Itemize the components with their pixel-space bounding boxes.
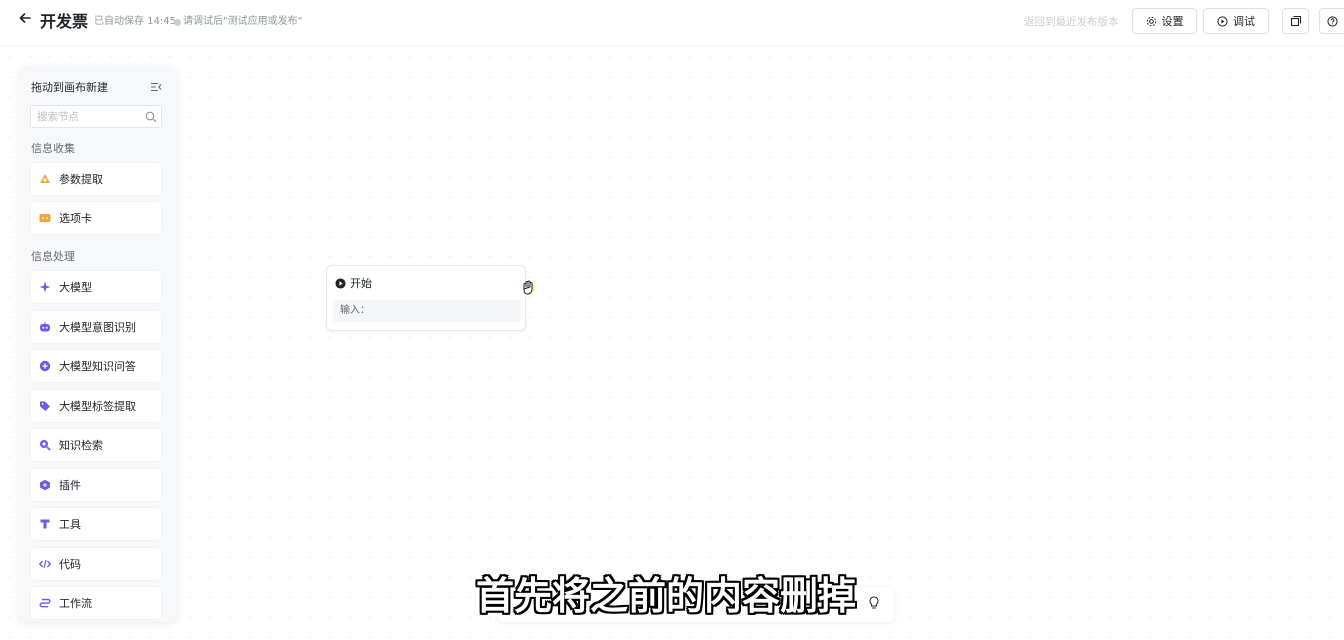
node-item-knowledge-search[interactable]: 知识检索 xyxy=(31,429,161,461)
node-item-label: 知识检索 xyxy=(59,439,103,452)
collapse-panel-icon[interactable] xyxy=(150,81,162,93)
node-item-workflow[interactable]: 工作流 xyxy=(31,587,161,619)
robot-icon xyxy=(39,321,51,333)
debug-label: 调试 xyxy=(1233,15,1255,28)
help-button[interactable] xyxy=(1319,8,1344,34)
settings-button[interactable]: 设置 xyxy=(1132,8,1197,34)
node-item-label: 大模型知识问答 xyxy=(59,360,136,373)
copy-button[interactable] xyxy=(1282,8,1309,34)
tab-card-icon xyxy=(39,212,51,224)
node-item-tool[interactable]: 工具 xyxy=(31,508,161,540)
search-knowledge-icon xyxy=(39,439,51,451)
debug-button[interactable]: 调试 xyxy=(1203,8,1269,34)
panel-title: 拖动到画布新建 xyxy=(31,81,108,94)
node-item-label: 大模型 xyxy=(59,281,92,294)
video-subtitle: 首先将之前的内容删掉 xyxy=(476,574,857,618)
lightbulb-icon[interactable] xyxy=(868,596,880,610)
arrow-left-icon[interactable] xyxy=(18,11,36,29)
param-extract-icon xyxy=(39,173,51,185)
publish-hint: 请调试后"测试应用或发布" xyxy=(174,15,302,29)
info-dot-icon xyxy=(174,18,181,26)
node-search-input[interactable] xyxy=(37,109,137,124)
publish-hint-text: 请调试后"测试应用或发布" xyxy=(183,16,303,27)
app-title: 开发票 xyxy=(40,12,89,31)
top-header: 开发票 已自动保存 14:45 请调试后"测试应用或发布" 返回到最近发布版本 … xyxy=(0,0,1344,46)
tool-icon xyxy=(39,518,51,530)
node-palette-panel: 拖动到画布新建 信息收集 参数提取 选项卡 信息处理 大模型 大模型意图识别 xyxy=(19,66,177,622)
tag-icon xyxy=(39,400,51,412)
node-item-param-extract[interactable]: 参数提取 xyxy=(31,163,161,195)
play-circle-icon xyxy=(335,277,346,289)
help-icon xyxy=(1326,15,1338,27)
group-label-info-collect: 信息收集 xyxy=(31,142,75,155)
node-item-label: 代码 xyxy=(59,558,81,571)
node-item-llm[interactable]: 大模型 xyxy=(31,271,161,303)
start-node[interactable]: 开始 输入： xyxy=(326,265,526,331)
settings-label: 设置 xyxy=(1161,15,1184,28)
gear-icon xyxy=(1146,16,1156,26)
node-search-field[interactable] xyxy=(30,105,162,128)
node-item-label: 参数提取 xyxy=(59,173,103,186)
start-node-title: 开始 xyxy=(350,277,372,290)
plugin-icon xyxy=(39,479,51,491)
group-label-info-process: 信息处理 xyxy=(31,250,75,263)
hand-cursor-icon xyxy=(523,280,535,295)
sparkle-icon xyxy=(39,281,51,293)
autosave-status: 已自动保存 14:45 xyxy=(94,16,176,27)
play-circle-icon xyxy=(1217,15,1228,27)
node-item-plugin[interactable]: 插件 xyxy=(31,469,161,501)
node-item-label: 工作流 xyxy=(59,597,92,610)
node-item-label: 大模型标签提取 xyxy=(59,400,136,413)
node-item-label: 选项卡 xyxy=(59,212,92,225)
search-icon[interactable] xyxy=(145,111,157,123)
workflow-canvas[interactable] xyxy=(0,47,1344,640)
workflow-icon xyxy=(39,597,51,609)
code-icon xyxy=(39,558,51,570)
node-item-llm-qa[interactable]: 大模型知识问答 xyxy=(31,350,161,382)
plus-circle-icon xyxy=(39,360,51,372)
node-item-tab-card[interactable]: 选项卡 xyxy=(31,202,161,234)
revert-to-published-link[interactable]: 返回到最近发布版本 xyxy=(1024,15,1119,29)
start-node-input-label[interactable]: 输入： xyxy=(333,300,521,322)
node-item-llm-tag[interactable]: 大模型标签提取 xyxy=(31,390,161,422)
node-item-code[interactable]: 代码 xyxy=(31,548,161,580)
copy-icon xyxy=(1290,15,1301,27)
node-item-label: 工具 xyxy=(59,518,81,531)
node-item-llm-intent[interactable]: 大模型意图识别 xyxy=(31,311,161,343)
node-item-label: 大模型意图识别 xyxy=(59,321,136,334)
start-node-header: 开始 xyxy=(335,275,372,291)
node-item-label: 插件 xyxy=(59,479,81,492)
